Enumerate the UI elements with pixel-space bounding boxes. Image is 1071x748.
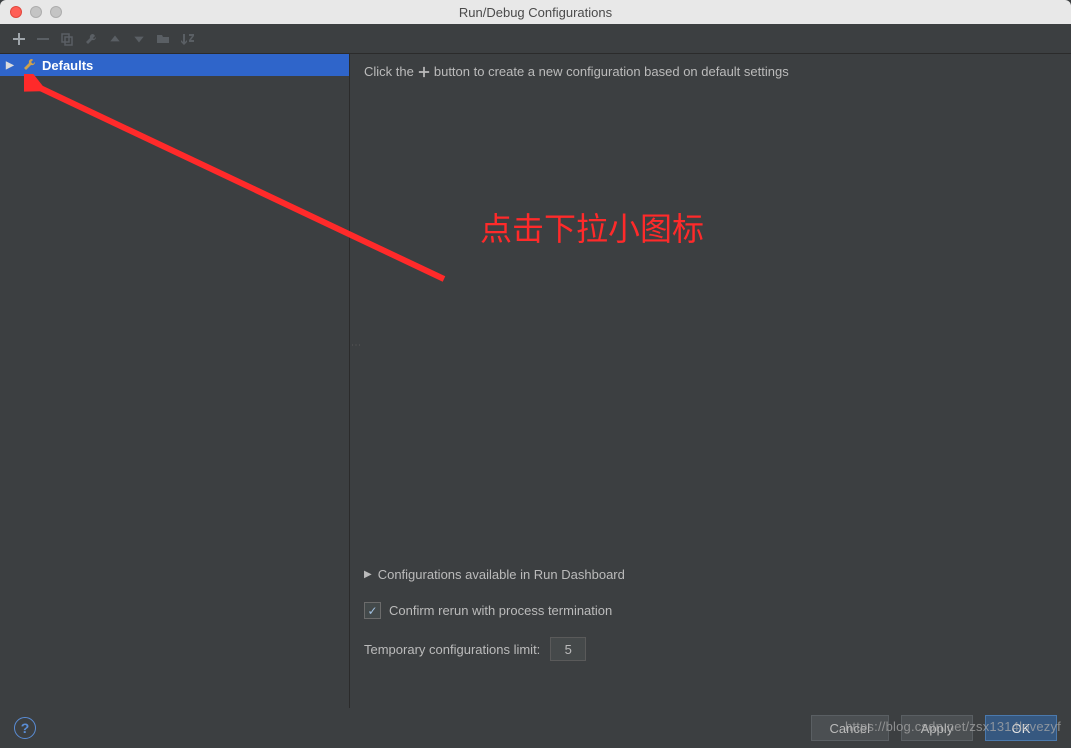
help-button[interactable]: ? [14,717,36,739]
wrench-icon [84,32,98,46]
dashboard-label: Configurations available in Run Dashboar… [378,567,625,582]
sort-az-icon [180,32,194,46]
confirm-rerun-checkbox[interactable]: ✓ [364,602,381,619]
copy-icon [60,32,74,46]
hint-post: button to create a new configuration bas… [434,64,789,79]
apply-button[interactable]: Apply [901,715,973,741]
expand-chevron-icon[interactable]: ▶ [6,60,18,71]
save-config-button [84,32,98,46]
cancel-button[interactable]: Cancel [811,715,889,741]
temp-limit-row: Temporary configurations limit: [364,637,1057,661]
chevron-right-icon: ▶ [364,569,372,580]
temp-limit-label: Temporary configurations limit: [364,642,540,657]
add-config-button[interactable] [12,32,26,46]
hint-pre: Click the [364,64,414,79]
ok-button[interactable]: OK [985,715,1057,741]
pane-resizer[interactable]: ⋮ [350,340,361,350]
plus-icon [12,32,26,46]
confirm-rerun-label: Confirm rerun with process termination [389,603,612,618]
window-titlebar: Run/Debug Configurations [0,0,1071,24]
empty-hint: Click the button to create a new configu… [364,64,1057,79]
defaults-icon [23,58,37,72]
sort-button [180,32,194,46]
down-triangle-icon [132,32,146,46]
hint-plus-icon [418,66,430,78]
copy-config-button [60,32,74,46]
up-triangle-icon [108,32,122,46]
config-tree[interactable]: ▶ Defaults [0,54,350,708]
content-pane: Click the button to create a new configu… [350,54,1071,708]
dialog-footer: ? Cancel Apply OK [0,708,1071,748]
config-toolbar [0,24,1071,54]
move-down-button [132,32,146,46]
tree-item-label: Defaults [42,58,93,73]
remove-config-button [36,32,50,46]
move-up-button [108,32,122,46]
minus-icon [36,32,50,46]
folder-button [156,32,170,46]
tree-item-defaults[interactable]: ▶ Defaults [0,54,349,76]
folder-icon [156,32,170,46]
main-area: ▶ Defaults Click the button to create a … [0,54,1071,708]
temp-limit-input[interactable] [550,637,586,661]
confirm-rerun-row: ✓ Confirm rerun with process termination [364,602,1057,619]
window-title: Run/Debug Configurations [0,5,1071,20]
dashboard-section-header[interactable]: ▶ Configurations available in Run Dashbo… [364,567,1057,582]
